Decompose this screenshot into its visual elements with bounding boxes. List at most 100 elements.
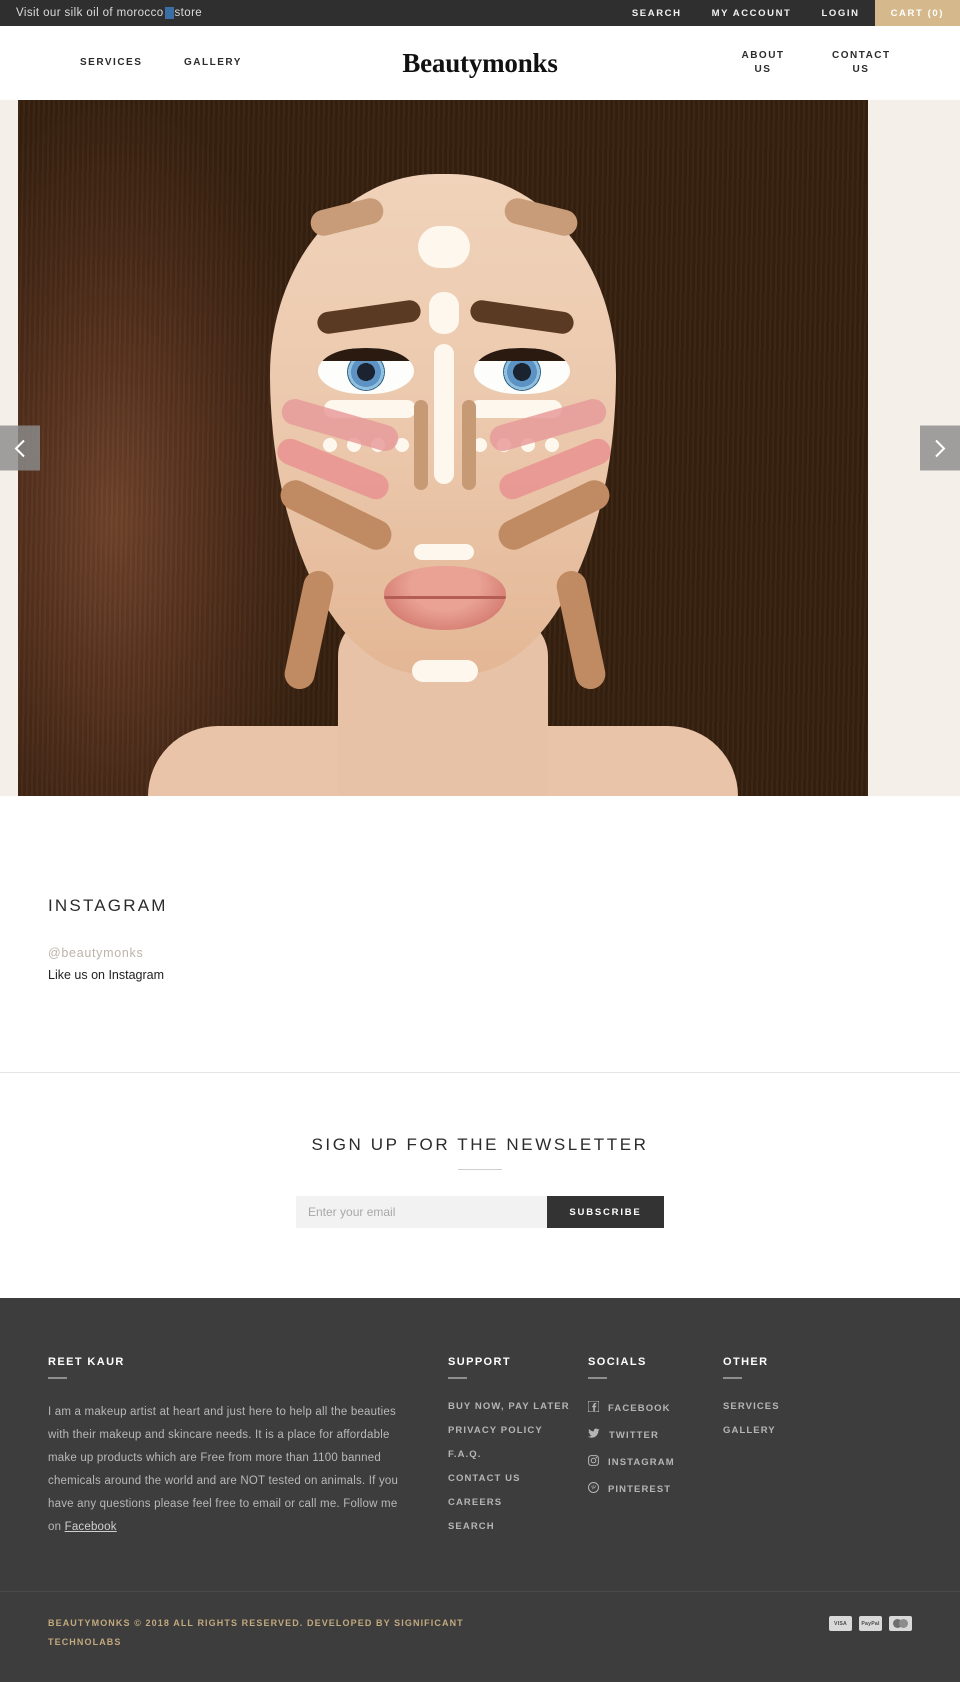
highlight-glabella [429, 292, 459, 334]
topbar-link-login[interactable]: LOGIN [806, 0, 874, 26]
contour-nose-right [462, 400, 476, 490]
topbar-link-search[interactable]: SEARCH [617, 0, 697, 26]
nav-item-about-us[interactable]: ABOUT US [734, 49, 792, 78]
visa-card-icon: VISA [829, 1616, 852, 1631]
twitter-icon [588, 1428, 600, 1442]
nav-item-services[interactable]: SERVICES [80, 56, 141, 71]
announcement-text: Visit our silk oil of morocco store [0, 0, 202, 26]
highlight-forehead [418, 226, 470, 268]
newsletter-section: SIGN UP FOR THE NEWSLETTER SUBSCRIBE [0, 1072, 960, 1298]
newsletter-subscribe-button[interactable]: SUBSCRIBE [547, 1196, 664, 1228]
paypal-card-icon: PayPal [859, 1616, 882, 1631]
list-item: GALLERY [723, 1425, 863, 1436]
footer-social-pinterest[interactable]: PINTEREST [588, 1482, 723, 1496]
cart-button[interactable]: CART (0) [874, 0, 960, 26]
footer-link-services[interactable]: SERVICES [723, 1401, 863, 1412]
topbar-links: SEARCH MY ACCOUNT LOGIN CART (0) [617, 0, 960, 26]
slider-next-button[interactable] [920, 425, 960, 471]
newsletter-email-input[interactable] [296, 1196, 547, 1228]
instagram-icon [588, 1455, 599, 1469]
footer-link-careers[interactable]: CAREERS [448, 1497, 588, 1508]
site-logo[interactable]: Beautymonks [402, 48, 558, 79]
list-item: SEARCH [448, 1521, 588, 1532]
footer-link-faq[interactable]: F.A.Q. [448, 1449, 588, 1460]
footer-socials-heading: SOCIALS [588, 1356, 647, 1368]
footer-about-divider [48, 1377, 67, 1379]
copyright-bar: BEAUTYMONKS © 2018 ALL RIGHTS RESERVED. … [0, 1591, 960, 1682]
mastercard-card-icon [889, 1616, 912, 1631]
footer-about-text: I am a makeup artist at heart and just h… [48, 1401, 408, 1539]
footer-social-pinterest-label: PINTEREST [608, 1483, 672, 1495]
facebook-icon [587, 1400, 600, 1415]
list-item: INSTAGRAM [588, 1455, 723, 1469]
footer-support-divider [448, 1377, 467, 1379]
hero-slider [0, 100, 960, 796]
footer-social-instagram-label: INSTAGRAM [608, 1456, 675, 1468]
contour-nose-left [414, 400, 428, 490]
instagram-section: INSTAGRAM @beautymonks Like us on Instag… [0, 796, 960, 1072]
hero-slide-image [18, 100, 868, 796]
footer-other-column: OTHER SERVICES GALLERY [723, 1356, 863, 1545]
eye-right [474, 348, 570, 394]
highlight-upper-lip [414, 544, 474, 560]
newsletter-form: SUBSCRIBE [296, 1196, 664, 1228]
footer-about-body: I am a makeup artist at heart and just h… [48, 1406, 399, 1533]
footer-link-gallery[interactable]: GALLERY [723, 1425, 863, 1436]
footer-social-facebook-label: FACEBOOK [608, 1402, 671, 1414]
payment-methods: VISA PayPal [829, 1614, 912, 1631]
copyright-text: BEAUTYMONKS © 2018 ALL RIGHTS RESERVED. … [48, 1614, 478, 1652]
footer-about-heading: REET KAUR [48, 1356, 125, 1368]
footer-about-column: REET KAUR I am a makeup artist at heart … [48, 1356, 448, 1545]
announcement-text-suffix: store [174, 7, 203, 19]
instagram-subtitle: Like us on Instagram [48, 968, 165, 982]
footer-social-twitter[interactable]: TWITTER [588, 1428, 723, 1442]
mastercard-right-circle [899, 1619, 908, 1628]
footer-support-list: BUY NOW, PAY LATER PRIVACY POLICY F.A.Q.… [448, 1401, 588, 1532]
footer-other-list: SERVICES GALLERY [723, 1401, 863, 1436]
instagram-heading: INSTAGRAM [48, 896, 168, 915]
footer-other-divider [723, 1377, 742, 1379]
footer-link-contact-us[interactable]: CONTACT US [448, 1473, 588, 1484]
footer-support-column: SUPPORT BUY NOW, PAY LATER PRIVACY POLIC… [448, 1356, 588, 1545]
nav-item-contact-us[interactable]: CONTACT US [832, 49, 890, 78]
nav-item-gallery[interactable]: GALLERY [184, 56, 242, 71]
slider-prev-button[interactable] [0, 425, 40, 471]
announcement-bar: Visit our silk oil of morocco store SEARC… [0, 0, 960, 26]
footer-social-twitter-label: TWITTER [609, 1429, 659, 1441]
list-item: PRIVACY POLICY [448, 1425, 588, 1436]
footer-link-search[interactable]: SEARCH [448, 1521, 588, 1532]
footer-socials-divider [588, 1377, 607, 1379]
list-item: F.A.Q. [448, 1449, 588, 1460]
footer-support-heading: SUPPORT [448, 1356, 511, 1368]
site-footer: REET KAUR I am a makeup artist at heart … [0, 1298, 960, 1591]
highlight-chin [412, 660, 478, 682]
footer-social-facebook[interactable]: FACEBOOK [587, 1400, 723, 1415]
eye-left [318, 348, 414, 394]
topbar-link-my-account[interactable]: MY ACCOUNT [697, 0, 807, 26]
footer-socials-column: SOCIALS FACEBOOK TWITTER INSTAGRAM PINTE… [587, 1356, 723, 1545]
main-navigation: SERVICES GALLERY Beautymonks ABOUT US CO… [0, 26, 960, 100]
footer-link-privacy-policy[interactable]: PRIVACY POLICY [448, 1425, 588, 1436]
copyright-text-body: BEAUTYMONKS © 2018 ALL RIGHTS RESERVED. … [48, 1618, 395, 1628]
list-item: FACEBOOK [587, 1400, 723, 1415]
footer-facebook-link[interactable]: Facebook [65, 1521, 117, 1533]
footer-social-instagram[interactable]: INSTAGRAM [588, 1455, 723, 1469]
footer-link-buy-now-pay-later[interactable]: BUY NOW, PAY LATER [448, 1401, 588, 1412]
instagram-handle[interactable]: @beautymonks [48, 946, 960, 960]
newsletter-divider [458, 1169, 502, 1170]
footer-other-heading: OTHER [723, 1356, 769, 1368]
footer-socials-list: FACEBOOK TWITTER INSTAGRAM PINTEREST [587, 1400, 723, 1496]
list-item: PINTEREST [588, 1482, 723, 1496]
pinterest-icon [588, 1482, 599, 1496]
chevron-left-icon [14, 438, 26, 458]
announcement-text-prefix: Visit our silk oil of morocco [16, 7, 164, 19]
newsletter-heading: SIGN UP FOR THE NEWSLETTER [311, 1135, 649, 1154]
list-item: CAREERS [448, 1497, 588, 1508]
list-item: BUY NOW, PAY LATER [448, 1401, 588, 1412]
lip-line [384, 596, 506, 599]
list-item: TWITTER [588, 1428, 723, 1442]
text-selection-chip [164, 7, 174, 19]
list-item: SERVICES [723, 1401, 863, 1412]
highlight-nose-bridge [434, 344, 454, 484]
list-item: CONTACT US [448, 1473, 588, 1484]
